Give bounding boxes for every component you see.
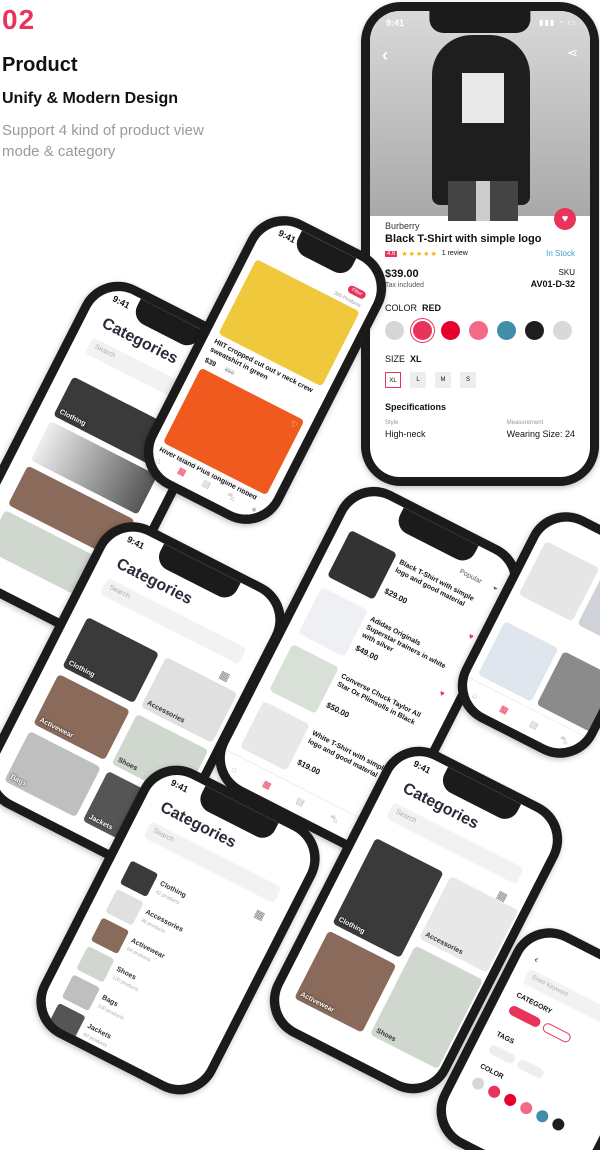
product-brand: Burberry [385, 221, 420, 231]
color-swatch[interactable] [469, 321, 488, 340]
color-swatch[interactable] [553, 321, 572, 340]
color-swatch[interactable] [497, 321, 516, 340]
sku-value: AV01-D-32 [530, 279, 575, 289]
tab-cart-icon[interactable]: ⛍ [224, 489, 238, 504]
tax-note: Tax included [385, 282, 424, 289]
status-time: 9:41 [411, 758, 433, 776]
list-view-icon[interactable]: ▦ [252, 907, 267, 923]
review-count[interactable]: 1 review [442, 250, 468, 257]
size-option[interactable]: S [460, 372, 476, 388]
color-swatches [385, 321, 575, 340]
color-swatch[interactable] [550, 1116, 567, 1133]
color-swatch[interactable] [502, 1091, 519, 1108]
status-time: 9:41 [125, 534, 147, 552]
size-heading: SIZE XL [385, 354, 422, 364]
tab-home-icon[interactable]: ⌂ [230, 763, 239, 774]
status-icons: ▮▮▮ ◔ ▭ [538, 18, 576, 27]
section-subtitle: Unify & Modern Design [2, 90, 179, 107]
sort-dropdown[interactable]: Popular [458, 568, 483, 585]
status-time: 9:41 [110, 293, 132, 311]
tab-cart-icon[interactable]: ⛍ [327, 812, 341, 827]
product-old-price: $59 [223, 367, 236, 377]
product-name: Black T-Shirt with simple logo [385, 233, 542, 245]
grid-view-icon[interactable]: ▦ [217, 668, 232, 684]
color-swatch[interactable] [385, 321, 404, 340]
color-heading: COLOR RED [385, 303, 442, 313]
color-swatch[interactable] [518, 1100, 535, 1117]
tab-list-icon[interactable]: ▤ [200, 477, 212, 491]
star-rating-icon: ★★★★★ [401, 250, 438, 258]
heart-icon[interactable]: ♥ [438, 689, 446, 699]
stock-status: In Stock [546, 249, 575, 258]
spec-row: Style High-neck Measurement Wearing Size… [385, 420, 575, 439]
spec-measurement-value: Wearing Size: 24 [506, 429, 575, 439]
back-arrow-icon[interactable]: ‹ [532, 954, 540, 965]
tab-list-icon[interactable]: ▤ [528, 718, 540, 732]
share-icon[interactable]: ⋖ [567, 45, 578, 61]
tag-chip[interactable] [487, 1043, 517, 1066]
tab-home-icon[interactable]: ⌂ [471, 690, 480, 701]
rating-row: 4.6 ★★★★★ 1 review In Stock [385, 249, 575, 258]
price-row: $39.00 Tax included SKU AV01-D-32 [385, 268, 575, 289]
product-detail-phone: 9:41 ▮▮▮ ◔ ▭ ‹ ⋖ ♥ Burberry Black T-Shir… [361, 2, 599, 486]
product-info: Burberry Black T-Shirt with simple logo … [385, 221, 575, 439]
color-filter-swatches [470, 1075, 567, 1133]
specifications-title: Specifications [385, 402, 447, 412]
section-description: Support 4 kind of product view mode & ca… [2, 122, 204, 160]
filter-icon[interactable]: ⏷ [490, 585, 499, 595]
product-price: $39.00 [385, 268, 419, 280]
size-options: XL L M S [385, 372, 575, 388]
heart-icon[interactable]: ♡ [289, 419, 299, 430]
heart-icon[interactable]: ♥ [467, 632, 475, 642]
selected-size: XL [410, 354, 422, 364]
spec-style-value: High-neck [385, 429, 426, 439]
spec-measurement-label: Measurement [506, 420, 544, 426]
selected-color: RED [422, 303, 442, 313]
back-arrow-icon[interactable]: ‹ [382, 45, 388, 66]
rating-badge: 4.6 [385, 250, 398, 257]
section-number: 02 [2, 4, 36, 35]
section-title: Product [2, 54, 78, 76]
size-option[interactable]: L [410, 372, 426, 388]
tab-home-icon[interactable]: ⌂ [154, 454, 163, 465]
status-time: 9:41 [276, 227, 298, 245]
color-swatch[interactable] [413, 321, 432, 340]
product-detail-screen: 9:41 ▮▮▮ ◔ ▭ ‹ ⋖ ♥ Burberry Black T-Shir… [370, 11, 590, 477]
tab-grid-icon[interactable]: ▦ [176, 465, 188, 479]
favorite-heart-icon[interactable]: ♥ [554, 208, 576, 230]
color-swatch[interactable] [525, 321, 544, 340]
spec-style-label: Style [385, 420, 399, 426]
category-chip[interactable] [541, 1021, 573, 1045]
tags-filter-label: TAGS [495, 1030, 516, 1046]
tab-list-icon[interactable]: ▤ [294, 795, 306, 809]
color-swatch[interactable] [470, 1075, 487, 1092]
tab-profile-icon[interactable]: ● [250, 503, 259, 514]
sku-label: SKU [558, 268, 575, 277]
product-price: $39 [203, 357, 217, 369]
color-swatch[interactable] [534, 1108, 551, 1125]
tag-chip[interactable] [515, 1057, 546, 1080]
status-time: 9:41 [169, 777, 190, 795]
tab-grid-icon[interactable]: ▦ [498, 703, 510, 717]
color-swatch[interactable] [486, 1083, 503, 1100]
tab-cart-icon[interactable]: ⛍ [557, 733, 571, 748]
product-hero-image: 9:41 ▮▮▮ ◔ ▭ ‹ ⋖ [370, 11, 590, 221]
size-option[interactable]: XL [385, 372, 401, 388]
tab-grid-icon[interactable]: ▦ [261, 778, 273, 792]
color-swatch[interactable] [441, 321, 460, 340]
phone-notch [429, 11, 531, 33]
size-option[interactable]: M [435, 372, 451, 388]
status-time: 9:41 [386, 18, 405, 28]
